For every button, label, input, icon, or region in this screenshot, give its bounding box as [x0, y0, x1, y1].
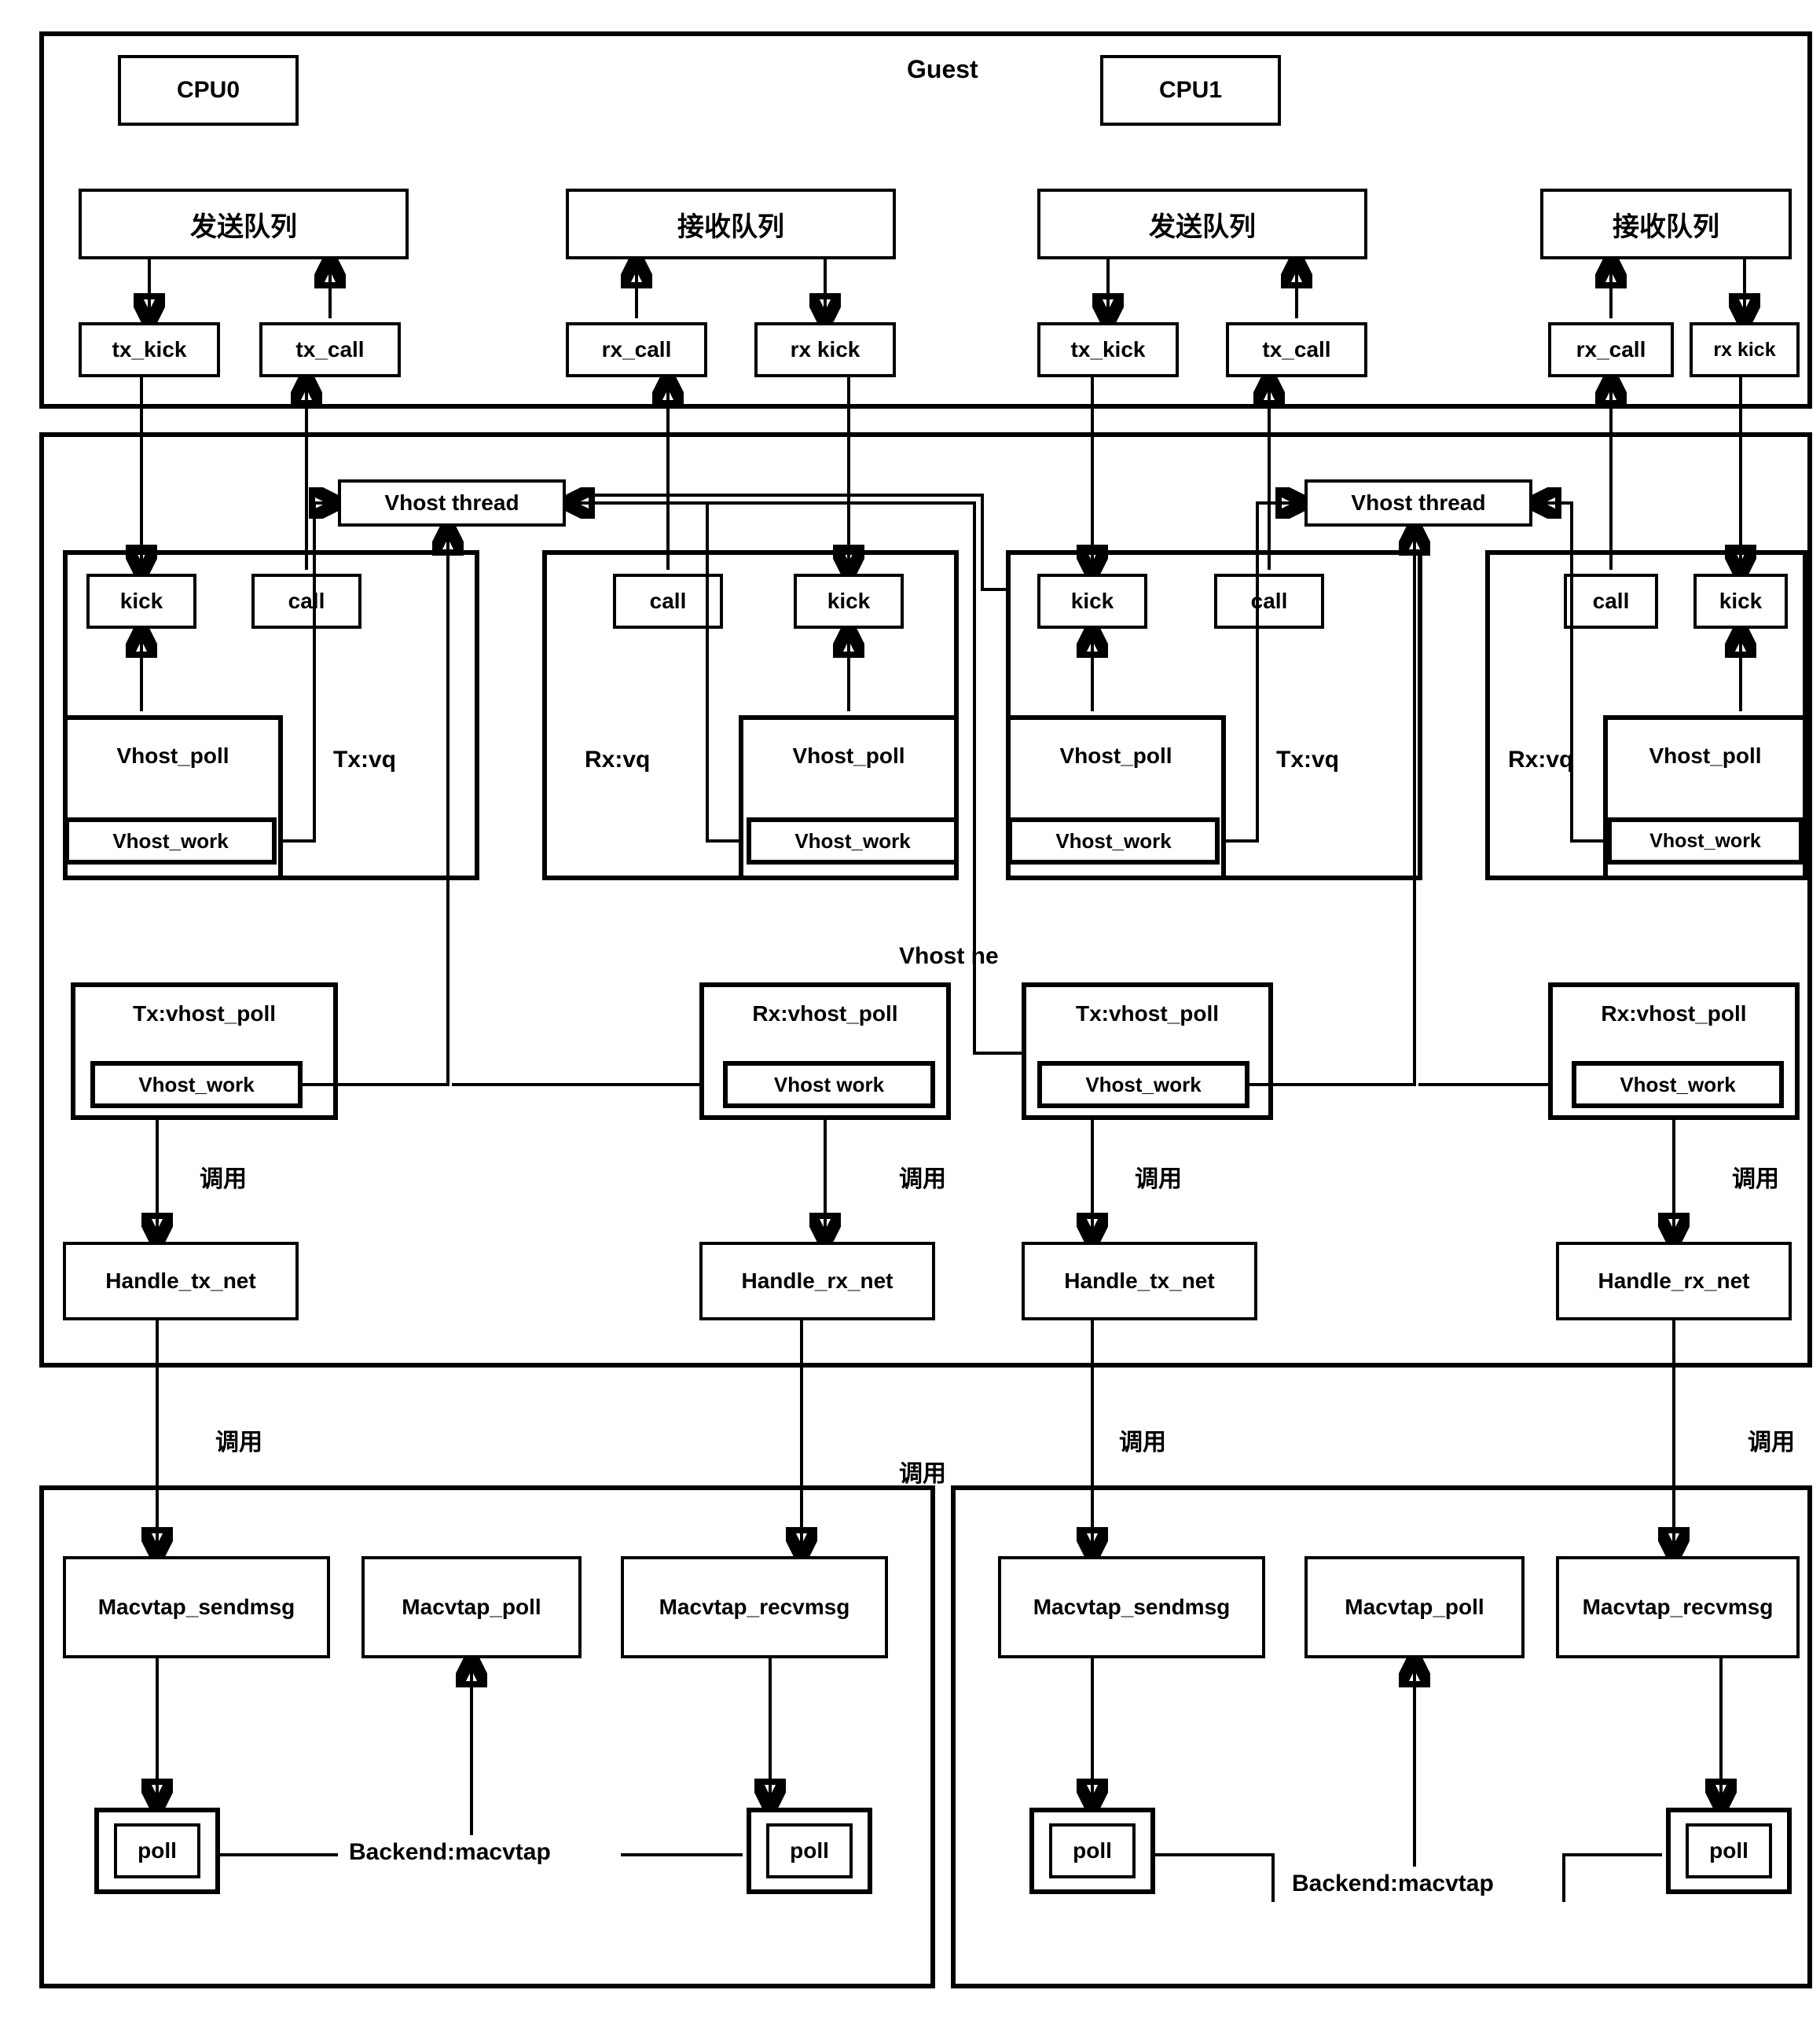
poll-box-a2: poll	[766, 1823, 853, 1878]
poll-box-b1: poll	[1049, 1823, 1136, 1878]
backend-b: Backend:macvtap	[1289, 1871, 1497, 1897]
call-label-c3: 调用	[1116, 1423, 1169, 1457]
rx-vq-a-kick: kick	[794, 574, 904, 629]
poll-box-a1: poll	[114, 1823, 200, 1878]
call-label-b1: 调用	[1132, 1159, 1185, 1194]
tx-vhost-poll-b-work: Vhost_work	[1037, 1061, 1249, 1108]
rx-vq-b-call: call	[1564, 574, 1658, 629]
cpu0-box: CPU0	[118, 55, 299, 126]
macvtap-poll-b: Macvtap_poll	[1304, 1556, 1525, 1658]
rx-call-a: rx_call	[566, 322, 707, 377]
rx-vq-b-label: Rx:vq	[1505, 747, 1576, 773]
tx-vq-a-label: Tx:vq	[330, 747, 399, 773]
backend-a: Backend:macvtap	[346, 1839, 554, 1866]
macvtap-poll-a: Macvtap_poll	[361, 1556, 582, 1658]
tx-vq-a-call: call	[251, 574, 361, 629]
tx-kick-b: tx_kick	[1037, 322, 1179, 377]
call-label-a2: 调用	[896, 1159, 949, 1194]
rx-vq-a-call: call	[613, 574, 723, 629]
call-label-a1: 调用	[196, 1159, 250, 1194]
rx-vq-b-work: Vhost_work	[1607, 817, 1803, 865]
recv-queue-b: 接收队列	[1540, 189, 1792, 259]
tx-vhost-poll-b-title: Tx:vhost_poll	[1076, 1001, 1219, 1026]
rx-vhost-poll-a-work: Vhost work	[723, 1061, 935, 1108]
rx-vhost-poll-b-work: Vhost_work	[1572, 1061, 1784, 1108]
rx-kick-a: rx kick	[754, 322, 896, 377]
recv-queue-a: 接收队列	[566, 189, 896, 259]
handle-rx-net-b: Handle_rx_net	[1556, 1242, 1792, 1320]
tx-kick-a: tx_kick	[79, 322, 220, 377]
call-label-c4: 调用	[1745, 1423, 1798, 1457]
tx-vq-b-work: Vhost_work	[1007, 817, 1220, 865]
tx-vq-b-label: Tx:vq	[1273, 747, 1342, 773]
call-label-c2: 调用	[896, 1454, 949, 1489]
tx-vq-b-call: call	[1214, 574, 1324, 629]
rx-vhost-poll-a-title: Rx:vhost_poll	[752, 1001, 897, 1026]
cpu1-box: CPU1	[1100, 55, 1281, 126]
rx-vq-a-label: Rx:vq	[582, 747, 653, 773]
tx-vhost-poll-a-title: Tx:vhost_poll	[133, 1001, 276, 1026]
poll-box-b2: poll	[1686, 1823, 1772, 1878]
rx-vq-a-work: Vhost_work	[747, 817, 959, 865]
vhost-thread-a: Vhost thread	[338, 479, 566, 527]
rx-vq-b-kick: kick	[1693, 574, 1788, 629]
call-label-c1: 调用	[212, 1423, 266, 1457]
guest-title: Guest	[904, 55, 982, 84]
vhost-thread-b: Vhost thread	[1304, 479, 1532, 527]
macvtap-recvmsg-a: Macvtap_recvmsg	[621, 1556, 888, 1658]
rx-call-b: rx_call	[1548, 322, 1674, 377]
send-queue-a: 发送队列	[79, 189, 409, 259]
rx-vhost-poll-b-title: Rx:vhost_poll	[1601, 1001, 1746, 1026]
tx-vq-a-kick: kick	[86, 574, 196, 629]
send-queue-b: 发送队列	[1037, 189, 1367, 259]
call-label-b2: 调用	[1729, 1159, 1782, 1194]
tx-call-a: tx_call	[259, 322, 401, 377]
handle-tx-net-b: Handle_tx_net	[1022, 1242, 1257, 1320]
tx-vhost-poll-a-work: Vhost_work	[90, 1061, 303, 1108]
tx-call-b: tx_call	[1226, 322, 1367, 377]
rx-kick-b: rx kick	[1690, 322, 1800, 377]
handle-rx-net-a: Handle_rx_net	[699, 1242, 935, 1320]
vhost-ne-label: Vhost ne	[896, 943, 1002, 970]
tx-vq-b-kick: kick	[1037, 574, 1147, 629]
macvtap-recvmsg-b: Macvtap_recvmsg	[1556, 1556, 1800, 1658]
handle-tx-net-a: Handle_tx_net	[63, 1242, 299, 1320]
macvtap-sendmsg-a: Macvtap_sendmsg	[63, 1556, 330, 1658]
tx-vq-a-work: Vhost_work	[64, 817, 277, 865]
macvtap-sendmsg-b: Macvtap_sendmsg	[998, 1556, 1265, 1658]
